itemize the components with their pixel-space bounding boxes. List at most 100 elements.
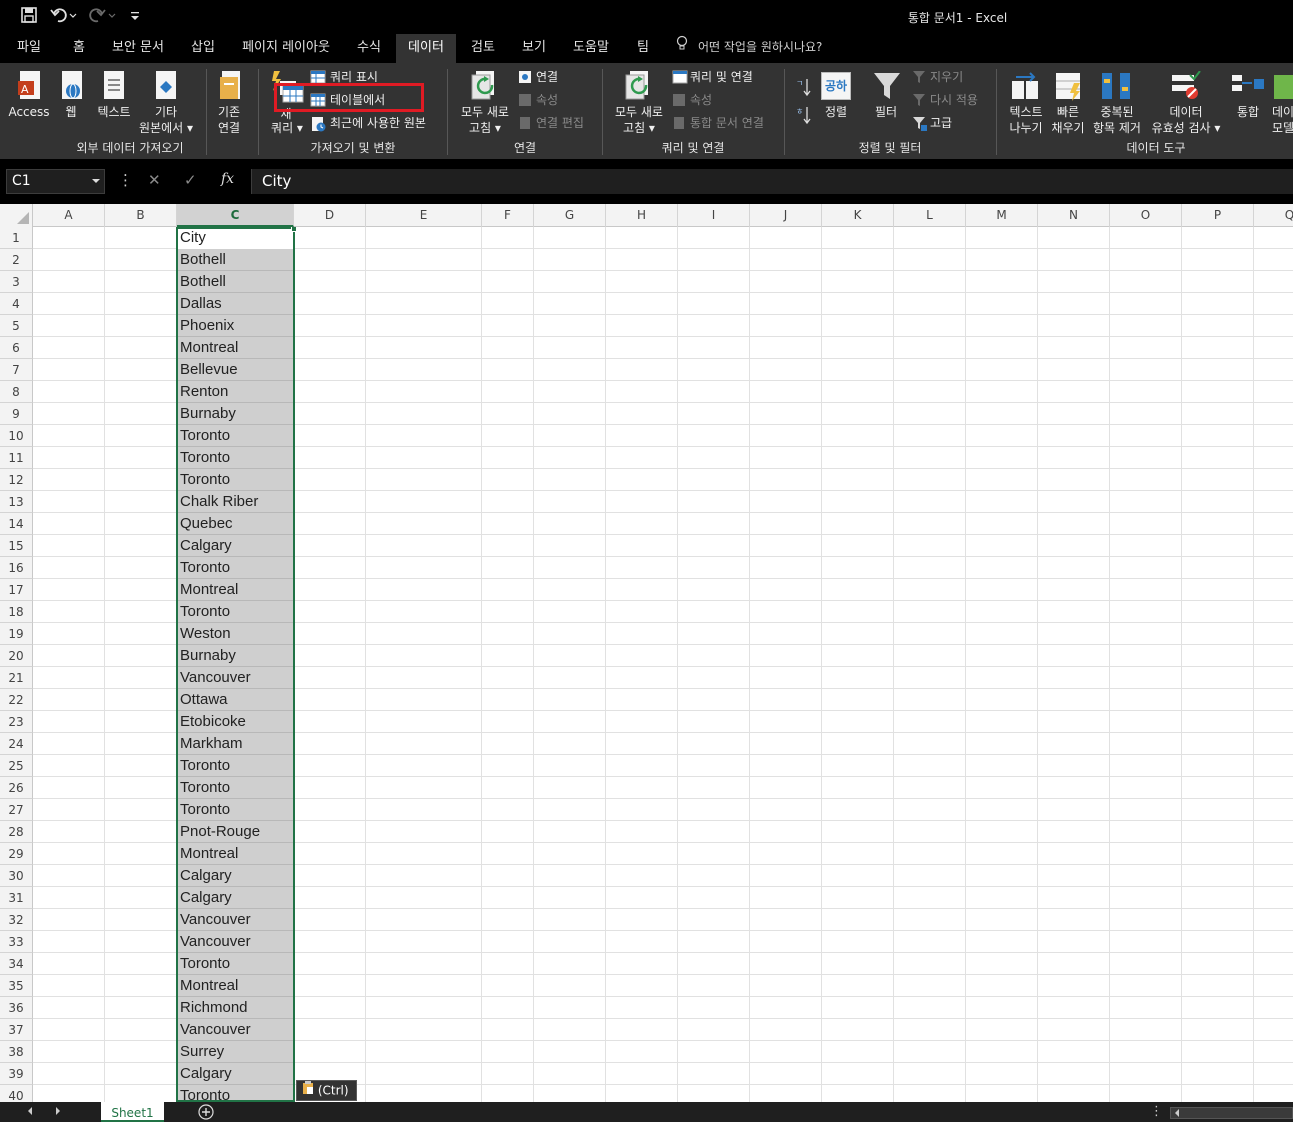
row-header-25[interactable]: 25 [0, 755, 33, 777]
access-button[interactable]: Access [8, 105, 50, 120]
workbook-links-button[interactable]: 통합 문서 연결 [690, 116, 764, 131]
row-header-8[interactable]: 8 [0, 381, 33, 403]
scroll-right-icon[interactable] [54, 1104, 62, 1122]
clear-button[interactable]: 지우기 [930, 70, 963, 85]
tab-file[interactable]: 파일 [7, 34, 51, 63]
sort-button[interactable]: 정렬 [820, 105, 852, 120]
row-header-15[interactable]: 15 [0, 535, 33, 557]
reapply-button[interactable]: 다시 적용 [930, 93, 978, 108]
row-header-37[interactable]: 37 [0, 1019, 33, 1041]
horizontal-scrollbar[interactable] [1170, 1107, 1293, 1119]
tab-review[interactable]: 검토 [462, 34, 504, 63]
row-header-7[interactable]: 7 [0, 359, 33, 381]
row-header-28[interactable]: 28 [0, 821, 33, 843]
web-button[interactable]: 웹 [60, 105, 82, 120]
tab-formulas[interactable]: 수식 [347, 34, 391, 63]
row-header-40[interactable]: 40 [0, 1085, 33, 1102]
row-header-26[interactable]: 26 [0, 777, 33, 799]
row-header-11[interactable]: 11 [0, 447, 33, 469]
connections-button[interactable]: 연결 [536, 70, 558, 85]
column-header-p[interactable]: P [1182, 204, 1254, 227]
paste-options-button[interactable]: (Ctrl) ▾ [296, 1080, 357, 1101]
row-header-3[interactable]: 3 [0, 271, 33, 293]
properties-button[interactable]: 속성 [536, 93, 558, 108]
row-header-18[interactable]: 18 [0, 601, 33, 623]
sheet-options-icon[interactable]: ⋮ [1150, 1104, 1163, 1119]
queries-connections-button[interactable]: 쿼리 및 연결 [690, 70, 753, 85]
row-header-33[interactable]: 33 [0, 931, 33, 953]
row-header-24[interactable]: 24 [0, 733, 33, 755]
scroll-left-arrow-icon[interactable] [1173, 1107, 1181, 1123]
remove-duplicates-line1[interactable]: 중복된 [1092, 105, 1142, 120]
row-header-21[interactable]: 21 [0, 667, 33, 689]
column-header-c[interactable]: C [177, 204, 294, 227]
column-header-g[interactable]: G [534, 204, 606, 227]
row-header-27[interactable]: 27 [0, 799, 33, 821]
row-header-13[interactable]: 13 [0, 491, 33, 513]
data-validation-line1[interactable]: 데이터 [1162, 105, 1210, 120]
sheet-tab-sheet1[interactable]: Sheet1 [101, 1102, 164, 1122]
text-to-columns-line2[interactable]: 나누기 [1004, 121, 1048, 136]
new-query-line2[interactable]: 쿼리 ▾ [266, 121, 308, 136]
row-header-36[interactable]: 36 [0, 997, 33, 1019]
row-header-22[interactable]: 22 [0, 689, 33, 711]
enter-icon[interactable]: ✓ [184, 171, 197, 189]
advanced-button[interactable]: 고급 [930, 116, 952, 131]
select-all-corner[interactable] [0, 204, 33, 227]
row-header-34[interactable]: 34 [0, 953, 33, 975]
existing-connections-line2[interactable]: 연결 [212, 121, 246, 136]
column-header-m[interactable]: M [966, 204, 1038, 227]
row-header-30[interactable]: 30 [0, 865, 33, 887]
row-header-23[interactable]: 23 [0, 711, 33, 733]
flash-fill-line2[interactable]: 채우기 [1048, 121, 1088, 136]
row-header-12[interactable]: 12 [0, 469, 33, 491]
formula-input[interactable]: City [251, 169, 1293, 194]
name-box[interactable]: C1 [6, 169, 105, 194]
tab-help[interactable]: 도움말 [566, 34, 616, 63]
cancel-icon[interactable]: ✕ [148, 171, 161, 189]
column-header-k[interactable]: K [822, 204, 894, 227]
tell-me-box[interactable]: 어떤 작업을 원하시나요? [676, 34, 822, 63]
text-to-columns-line1[interactable]: 텍스트 [1004, 105, 1048, 120]
data-validation-line2[interactable]: 유효성 검사 ▾ [1146, 121, 1226, 136]
row-header-20[interactable]: 20 [0, 645, 33, 667]
tab-data[interactable]: 데이터 [396, 34, 456, 63]
column-header-d[interactable]: D [294, 204, 366, 227]
column-header-e[interactable]: E [366, 204, 482, 227]
column-header-b[interactable]: B [105, 204, 177, 227]
filter-button[interactable]: 필터 [868, 105, 904, 120]
row-header-4[interactable]: 4 [0, 293, 33, 315]
tab-insert[interactable]: 삽입 [182, 34, 224, 63]
column-header-h[interactable]: H [606, 204, 678, 227]
existing-connections-line1[interactable]: 기존 [212, 105, 246, 120]
column-header-o[interactable]: O [1110, 204, 1182, 227]
column-header-f[interactable]: F [482, 204, 534, 227]
row-header-6[interactable]: 6 [0, 337, 33, 359]
column-header-l[interactable]: L [894, 204, 966, 227]
insert-function-icon[interactable]: fx [221, 171, 234, 187]
edit-links-button[interactable]: 연결 편집 [536, 116, 584, 131]
column-header-j[interactable]: J [750, 204, 822, 227]
tab-view[interactable]: 보기 [512, 34, 556, 63]
scroll-left-icon[interactable] [26, 1104, 34, 1122]
column-header-i[interactable]: I [678, 204, 750, 227]
other-sources-line1[interactable]: 기타 [140, 105, 192, 120]
row-header-29[interactable]: 29 [0, 843, 33, 865]
refresh-all-line2[interactable]: 고침 ▾ [456, 121, 514, 136]
data-model-line1[interactable]: 데이 [1272, 105, 1293, 120]
row-header-31[interactable]: 31 [0, 887, 33, 909]
refresh-all-line1[interactable]: 모두 새로 [456, 105, 514, 120]
other-sources-line2[interactable]: 원본에서 ▾ [134, 121, 198, 136]
refresh-all-queries-line2[interactable]: 고침 ▾ [610, 121, 668, 136]
row-header-17[interactable]: 17 [0, 579, 33, 601]
column-header-n[interactable]: N [1038, 204, 1110, 227]
remove-duplicates-line2[interactable]: 항목 제거 [1088, 121, 1146, 136]
row-header-2[interactable]: 2 [0, 249, 33, 271]
query-properties-button[interactable]: 속성 [690, 93, 712, 108]
row-header-19[interactable]: 19 [0, 623, 33, 645]
tab-team[interactable]: 팀 [628, 34, 658, 63]
chevron-down-icon[interactable] [92, 170, 100, 201]
row-header-1[interactable]: 1 [0, 227, 33, 249]
tab-protect[interactable]: 보안 문서 [104, 34, 172, 63]
row-header-9[interactable]: 9 [0, 403, 33, 425]
